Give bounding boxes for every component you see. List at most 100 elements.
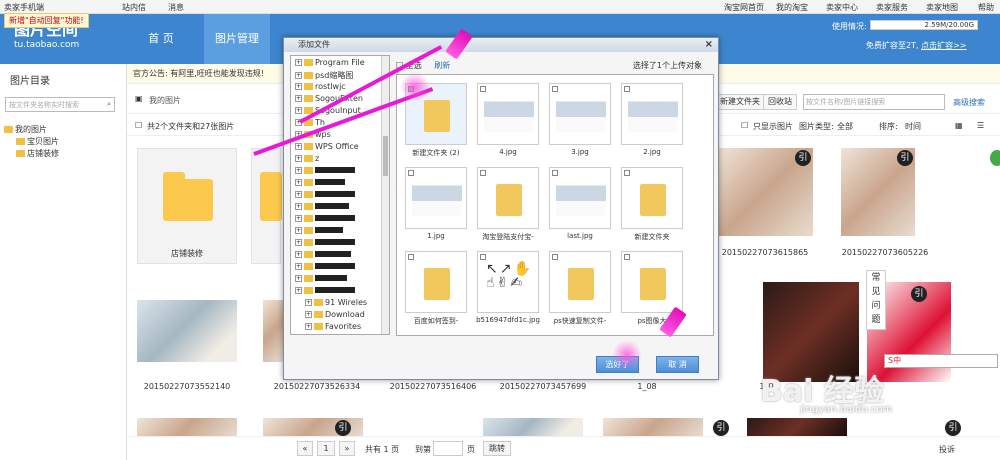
ref-badge: 引 (945, 420, 961, 436)
help-link[interactable]: 帮助 (978, 2, 994, 13)
goto-label: 到第 (415, 445, 431, 454)
folder-icon (163, 172, 213, 221)
tree-node-redacted[interactable]: + (295, 250, 351, 262)
expand-link[interactable]: 点击扩容>> (921, 41, 966, 50)
tree-node[interactable]: + WPS Office (295, 142, 359, 154)
tree-node-redacted[interactable]: + (295, 166, 355, 178)
faq-float[interactable]: 常 见 问 题 (866, 270, 886, 330)
page-unit: 页 (467, 445, 475, 454)
tree-node-redacted[interactable]: + (295, 238, 355, 250)
refresh-link[interactable]: 刷新 (434, 61, 450, 70)
tree-node-redacted[interactable]: + (295, 214, 355, 226)
file-thumb[interactable] (405, 167, 467, 229)
tree-node-redacted[interactable]: + (295, 190, 355, 202)
select-all-checkbox[interactable]: ☐ (135, 121, 142, 130)
file-name: 2.jpg (643, 148, 661, 156)
prev-page-button[interactable]: « (297, 441, 313, 456)
list-view-icon[interactable]: ☰ (977, 121, 984, 130)
folder-search-input[interactable]: 按文件夹名称实时搜索 ⌕ (5, 97, 115, 112)
file-thumb[interactable] (405, 251, 467, 313)
folder-icon (4, 126, 13, 133)
mail-link[interactable]: 站内信 (122, 2, 146, 13)
tree-scrollbar[interactable] (381, 56, 389, 334)
feedback-link[interactable]: 投诉 (939, 444, 955, 455)
tree-item-shop-decor[interactable]: 店铺装修 (16, 148, 59, 159)
next-page-button[interactable]: » (339, 441, 355, 456)
folder-tile[interactable] (251, 148, 282, 264)
file-thumb[interactable] (549, 251, 611, 313)
tile-caption: 20150227073615865 (721, 248, 809, 257)
tree-node-redacted[interactable]: + (295, 226, 343, 238)
search-icon[interactable]: ⌕ (107, 100, 111, 109)
close-icon[interactable]: × (705, 39, 713, 50)
sogou-toolbar[interactable]: S中 (884, 354, 998, 368)
file-thumb[interactable] (621, 167, 683, 229)
nav-image-manage[interactable]: 图片管理 (204, 14, 270, 64)
new-folder-button[interactable]: 新建文件夹 (715, 94, 765, 110)
tree-node[interactable]: + Download (305, 310, 365, 322)
file-name: b516947dfd1c.jpg (476, 316, 540, 324)
tile-caption: 店铺装修 (171, 249, 203, 258)
only-images-label: 只显示图片 (753, 122, 793, 131)
file-thumb[interactable] (549, 83, 611, 145)
sort-select[interactable]: 时间 (905, 121, 921, 132)
recycle-button[interactable]: 回收站 (763, 94, 797, 110)
page-number[interactable]: 1 (317, 441, 335, 456)
image-tile[interactable] (747, 418, 847, 436)
seller-center-link[interactable]: 卖家中心 (826, 2, 858, 13)
tree-node-redacted[interactable]: + (295, 262, 355, 274)
seller-map-link[interactable]: 卖家地图 (926, 2, 958, 13)
taobao-home-link[interactable]: 淘宝网首页 (724, 2, 764, 13)
tree-node-redacted[interactable]: + (295, 274, 347, 286)
tree-node[interactable]: + psd缩略图 (295, 70, 353, 82)
image-tile[interactable] (263, 300, 283, 362)
seller-service-link[interactable]: 卖家服务 (876, 2, 908, 13)
tree-label: 我的图片 (15, 125, 47, 134)
tree-node[interactable]: + Favorites (305, 322, 361, 334)
jump-button[interactable]: 跳转 (483, 441, 511, 456)
advanced-search-link[interactable]: 高级搜索 (953, 97, 985, 108)
file-thumb[interactable] (477, 83, 539, 145)
tree-node[interactable]: + rostlwjc (295, 82, 346, 94)
tree-item-my-images[interactable]: 我的图片 (4, 124, 47, 135)
image-search-input[interactable]: 按文件名称/图片链接搜索 (803, 94, 945, 110)
page-input[interactable] (433, 441, 463, 456)
image-tile[interactable] (137, 300, 237, 362)
tree-node-redacted[interactable]: + (295, 286, 355, 298)
side-tab[interactable] (990, 150, 1000, 166)
file-thumb[interactable]: ↖↗✋ ☝✌✍ (477, 251, 539, 313)
file-thumb[interactable] (477, 167, 539, 229)
nav-home[interactable]: 首 页 (130, 14, 192, 64)
image-tile[interactable] (603, 418, 703, 436)
file-grid: 新建文件夹 (2) 4.jpg 3.jpg 2.jpg 1.jpg 淘宝登陆支付… (396, 74, 714, 336)
breadcrumb[interactable]: 我的图片 (149, 95, 181, 106)
tree-node-redacted[interactable]: + (295, 202, 349, 214)
file-thumb[interactable] (549, 167, 611, 229)
feature-tip[interactable]: 新增"自动回复"功能! (4, 13, 89, 28)
grid-view-icon[interactable]: ▦ (955, 121, 963, 130)
tree-node[interactable]: +91 Wireles (305, 298, 367, 310)
phone-link[interactable]: 卖家手机端 (4, 2, 44, 13)
usage-label: 使用情况: (832, 22, 867, 31)
sidebar: 图片目录 按文件夹名称实时搜索 ⌕ 我的图片 宝贝图片 店铺装修 (0, 64, 127, 460)
selected-info: 选择了1个上传对象 (632, 61, 702, 70)
messages-link[interactable]: 消息 (168, 2, 184, 13)
my-taobao-link[interactable]: 我的淘宝 (776, 2, 808, 13)
add-file-dialog: 添加文件 × + Program File + psd缩略图 + rostlwjc +… (283, 37, 719, 380)
file-thumb[interactable] (621, 83, 683, 145)
only-images-checkbox[interactable]: ☐ (741, 121, 748, 130)
image-tile[interactable] (137, 418, 237, 436)
watermark-url: jingyan.baidu.com (800, 404, 893, 415)
tree-node-redacted[interactable]: + (295, 178, 345, 190)
tree-item-product-images[interactable]: 宝贝图片 (16, 136, 59, 147)
folder-tile-shop-decor[interactable] (137, 148, 237, 264)
tree-node[interactable]: + Program File (295, 58, 365, 70)
sort-label: 排序: (879, 122, 898, 131)
cancel-button[interactable]: 取 消 (656, 356, 699, 373)
tree-node[interactable]: + z (295, 154, 319, 166)
image-tile[interactable] (483, 418, 583, 436)
folder-icon (16, 150, 25, 157)
file-thumb[interactable] (621, 251, 683, 313)
type-select[interactable]: 全部 (837, 121, 853, 132)
click-highlight (612, 340, 642, 370)
